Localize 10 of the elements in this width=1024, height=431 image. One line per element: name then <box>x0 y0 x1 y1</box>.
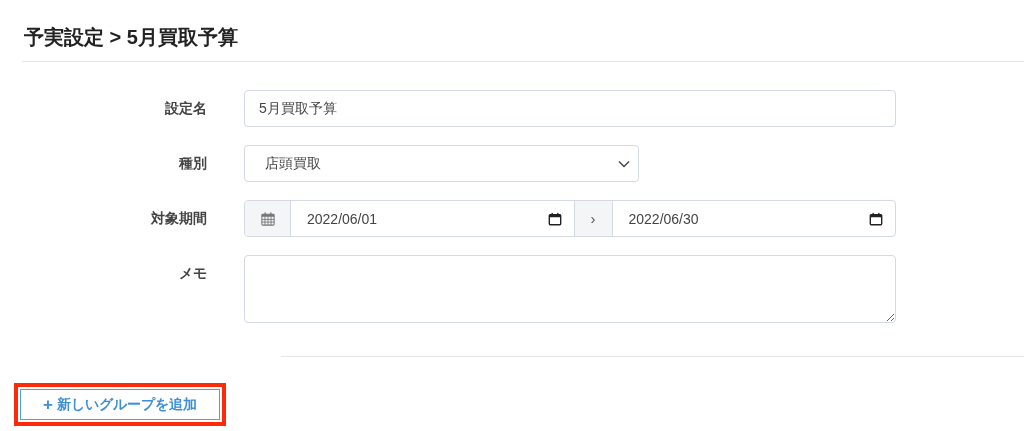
field-label: メモ <box>178 264 208 283</box>
text-field[interactable]: 5月買取予算 <box>244 90 896 127</box>
page-title: 予実設定 > 5月買取予算 <box>23 25 239 50</box>
field-label: 種別 <box>177 154 208 173</box>
field-label: 設定名 <box>164 99 208 118</box>
memo-field[interactable] <box>244 255 896 323</box>
select-field[interactable]: 店頭買取 <box>244 145 639 182</box>
add-group-button[interactable]: + 新しいグループを追加 <box>20 389 220 420</box>
field-label: 対象期間 <box>150 209 208 228</box>
chevron-down-icon <box>618 159 630 168</box>
